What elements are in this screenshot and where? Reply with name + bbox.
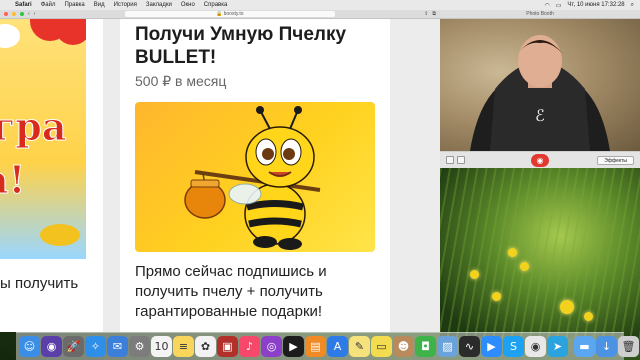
menu-item-bookmarks[interactable]: Закладки (146, 2, 172, 8)
tabs-icon[interactable]: ⧉ (432, 11, 436, 17)
menu-item-window[interactable]: Окно (181, 2, 195, 8)
grid-view-button[interactable] (446, 156, 454, 164)
address-bar[interactable]: 🔒 boosty.to (124, 11, 335, 17)
chrome-icon[interactable]: ◉ (525, 336, 546, 357)
safari-icon[interactable]: ✧ (85, 336, 106, 357)
downloads-icon[interactable]: ↓ (596, 336, 617, 357)
stickies-icon[interactable]: ▭ (371, 336, 392, 357)
lock-icon: 🔒 (216, 11, 223, 17)
facetime-icon[interactable]: ◘ (415, 336, 436, 357)
person-figure: ℰ (470, 35, 610, 151)
trash-icon[interactable]: 🗑 (618, 336, 639, 357)
menu-app-name[interactable]: Safari (15, 2, 32, 8)
siri-icon[interactable]: ◉ (41, 336, 62, 357)
battery-icon[interactable]: ▭ (556, 2, 562, 9)
safari-window: ‹ › 🔒 boosty.to ⇪ ⧉ гра а! ы получить По… (0, 10, 440, 332)
minimize-window-button[interactable] (12, 12, 16, 16)
page-content: гра а! ы получить Получи Умную Пчелку BU… (0, 19, 440, 332)
finder-folder-icon[interactable]: ▬ (574, 336, 595, 357)
menu-clock[interactable]: Чт, 10 июня 17:32:28 (567, 2, 624, 8)
music-icon[interactable]: ♪ (239, 336, 260, 357)
wallpaper-flower (492, 292, 501, 301)
menu-item-edit[interactable]: Правка (64, 2, 84, 8)
podcasts-icon[interactable]: ◎ (261, 336, 282, 357)
address-bar-url: boosty.to (223, 11, 244, 17)
appstore-icon[interactable]: A (327, 336, 348, 357)
bee-svg (184, 106, 321, 250)
finder-icon[interactable]: ☺ (19, 336, 40, 357)
wallpaper-flower (584, 312, 593, 321)
skype-icon[interactable]: S (503, 336, 524, 357)
bee-illustration (135, 102, 375, 252)
wallpaper-flower (560, 300, 574, 314)
calendar-icon[interactable]: 10 (151, 336, 172, 357)
photo-booth-title: Photo Booth (440, 10, 640, 19)
left-subscription-card: гра а! ы получить (0, 19, 103, 332)
left-card-caption: ы получить (0, 275, 79, 292)
menu-status-area: ◠ ▭ Чт, 10 июня 17:32:28 ⌕ (545, 2, 635, 9)
safari-toolbar: ‹ › 🔒 boosty.to ⇪ ⧉ (0, 10, 440, 19)
notes-app-icon[interactable]: ✎ (349, 336, 370, 357)
menu-bar: Safari Файл Правка Вид История Закладки … (0, 0, 640, 10)
card-price: 500 ₽ в месяц (135, 73, 227, 89)
wallpaper-flower (508, 248, 517, 257)
card-title: Получи Умную Пчелку BULLET! (135, 24, 347, 68)
photo-booth-window: Photo Booth ℰ ◉ Эффекты (440, 10, 640, 168)
contacts-icon[interactable]: ☻ (393, 336, 414, 357)
wifi-icon[interactable]: ◠ (545, 2, 550, 9)
menu-item-view[interactable]: Вид (94, 2, 105, 8)
spotlight-icon[interactable]: ⌕ (631, 2, 634, 9)
svg-text:ℰ: ℰ (535, 106, 545, 125)
wallpaper-flower (520, 262, 529, 271)
camera-icon[interactable]: ◉ (531, 154, 549, 167)
left-card-banner: гра а! (0, 19, 86, 259)
books-icon[interactable]: ▤ (305, 336, 326, 357)
notes-icon[interactable]: ≡ (173, 336, 194, 357)
left-banner-text-line1: гра (0, 104, 67, 150)
activity-icon[interactable]: ∿ (459, 336, 480, 357)
wallpaper-grass (440, 168, 640, 338)
close-window-button[interactable] (4, 12, 8, 16)
photos-icon[interactable]: ✿ (195, 336, 216, 357)
mail-icon[interactable]: ✉ (107, 336, 128, 357)
share-icon[interactable]: ⇪ (424, 11, 428, 17)
left-banner-text-line2: а! (0, 157, 26, 203)
webcam-preview: ℰ (440, 19, 640, 151)
launchpad-icon[interactable]: 🚀 (63, 336, 84, 357)
photo-booth-controls: ◉ Эффекты (440, 151, 640, 168)
bee-subscription-card: Получи Умную Пчелку BULLET! 500 ₽ в меся… (120, 19, 390, 332)
menu-item-help[interactable]: Справка (204, 2, 228, 8)
dock: ☺ ◉ 🚀 ✧ ✉ ⚙ 10 ≡ ✿ ▣ ♪ ◎ ▶ ▤ A ✎ ▭ ☻ ◘ ▨ ∿ ▶ S ◉ ➤ ▬ ↓ 🗑 (16, 332, 639, 360)
back-icon[interactable]: ‹ (28, 11, 30, 17)
photo-booth-icon[interactable]: ▣ (217, 336, 238, 357)
tv-icon[interactable]: ▶ (283, 336, 304, 357)
menu-item-file[interactable]: Файл (41, 2, 56, 8)
zoom-icon[interactable]: ▶ (481, 336, 502, 357)
forward-icon[interactable]: › (34, 11, 36, 17)
card-description: Прямо сейчас подпишись и получить пчелу … (135, 263, 327, 320)
telegram-icon[interactable]: ➤ (547, 336, 568, 357)
menu-item-history[interactable]: История (114, 2, 137, 8)
single-view-button[interactable] (457, 156, 465, 164)
preferences-icon[interactable]: ⚙ (129, 336, 150, 357)
wallpaper-flower (470, 270, 479, 279)
preview-icon[interactable]: ▨ (437, 336, 458, 357)
zoom-window-button[interactable] (20, 12, 24, 16)
effects-button[interactable]: Эффекты (597, 156, 634, 165)
